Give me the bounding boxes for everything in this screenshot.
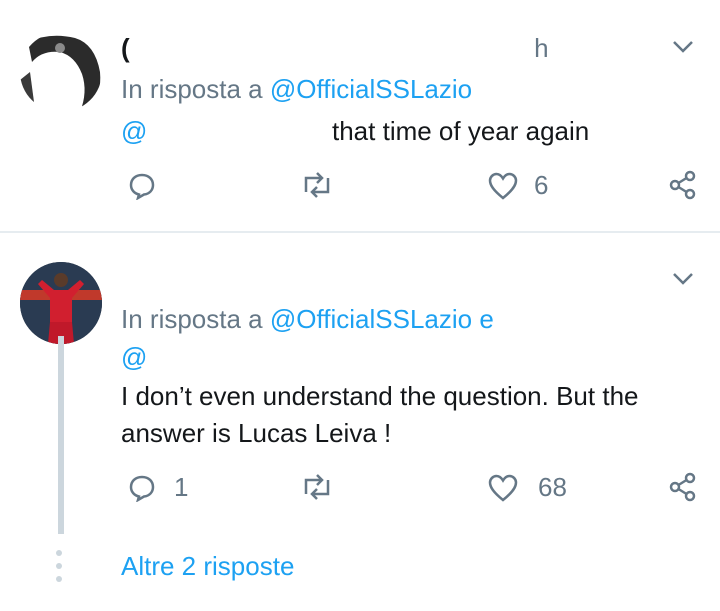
reply-handle-link[interactable]: @OfficialSSLazio e (270, 304, 494, 334)
tweet-text-line-1: I don’t even understand the question. Bu… (121, 381, 639, 411)
reply-context: In risposta a @OfficialSSLazio (121, 74, 473, 104)
like-icon (488, 172, 518, 200)
mention-link[interactable]: @ (121, 116, 147, 147)
reply-count: 1 (174, 472, 189, 502)
like-count: 6 (534, 170, 549, 200)
retweet-icon (304, 474, 330, 500)
avatar[interactable] (20, 262, 102, 344)
like-button[interactable]: 68 (488, 472, 567, 503)
reply-icon (129, 475, 155, 502)
tweet-1[interactable]: ( h In risposta a @OfficialSSLazio @ tha… (0, 0, 720, 232)
retweet-button[interactable] (300, 474, 334, 500)
share-button[interactable] (668, 472, 698, 502)
timestamp: h (534, 33, 549, 63)
share-icon (669, 170, 696, 200)
mention-link[interactable]: @ (121, 342, 147, 373)
reply-icon (129, 173, 155, 200)
like-button[interactable]: 6 (488, 170, 548, 201)
like-count: 68 (538, 472, 567, 502)
tweet-text: that time of year again (332, 116, 590, 146)
thread-line (58, 336, 64, 534)
share-button[interactable] (668, 170, 698, 200)
reply-button[interactable] (128, 172, 156, 200)
reply-context: In risposta a @OfficialSSLazio e (121, 304, 494, 334)
more-replies-link[interactable]: Altre 2 risposte (121, 551, 294, 582)
chevron-down-icon[interactable] (672, 272, 694, 291)
retweet-icon (304, 172, 330, 198)
like-icon (488, 474, 518, 502)
chevron-down-icon[interactable] (672, 40, 694, 59)
share-icon (669, 472, 696, 502)
thread-dots (56, 550, 62, 589)
avatar[interactable] (20, 32, 102, 112)
reply-button[interactable]: 1 (128, 472, 188, 503)
reply-handle-link[interactable]: @OfficialSSLazio (270, 74, 472, 104)
tweet-text-line-2: answer is Lucas Leiva ! (121, 418, 392, 448)
tweet-text: I don’t even understand the question. Bu… (121, 378, 639, 452)
tweet-2[interactable]: In risposta a @OfficialSSLazio e @ I don… (0, 232, 720, 611)
retweet-button[interactable] (300, 172, 334, 198)
header-name-partial: ( h (121, 33, 549, 63)
